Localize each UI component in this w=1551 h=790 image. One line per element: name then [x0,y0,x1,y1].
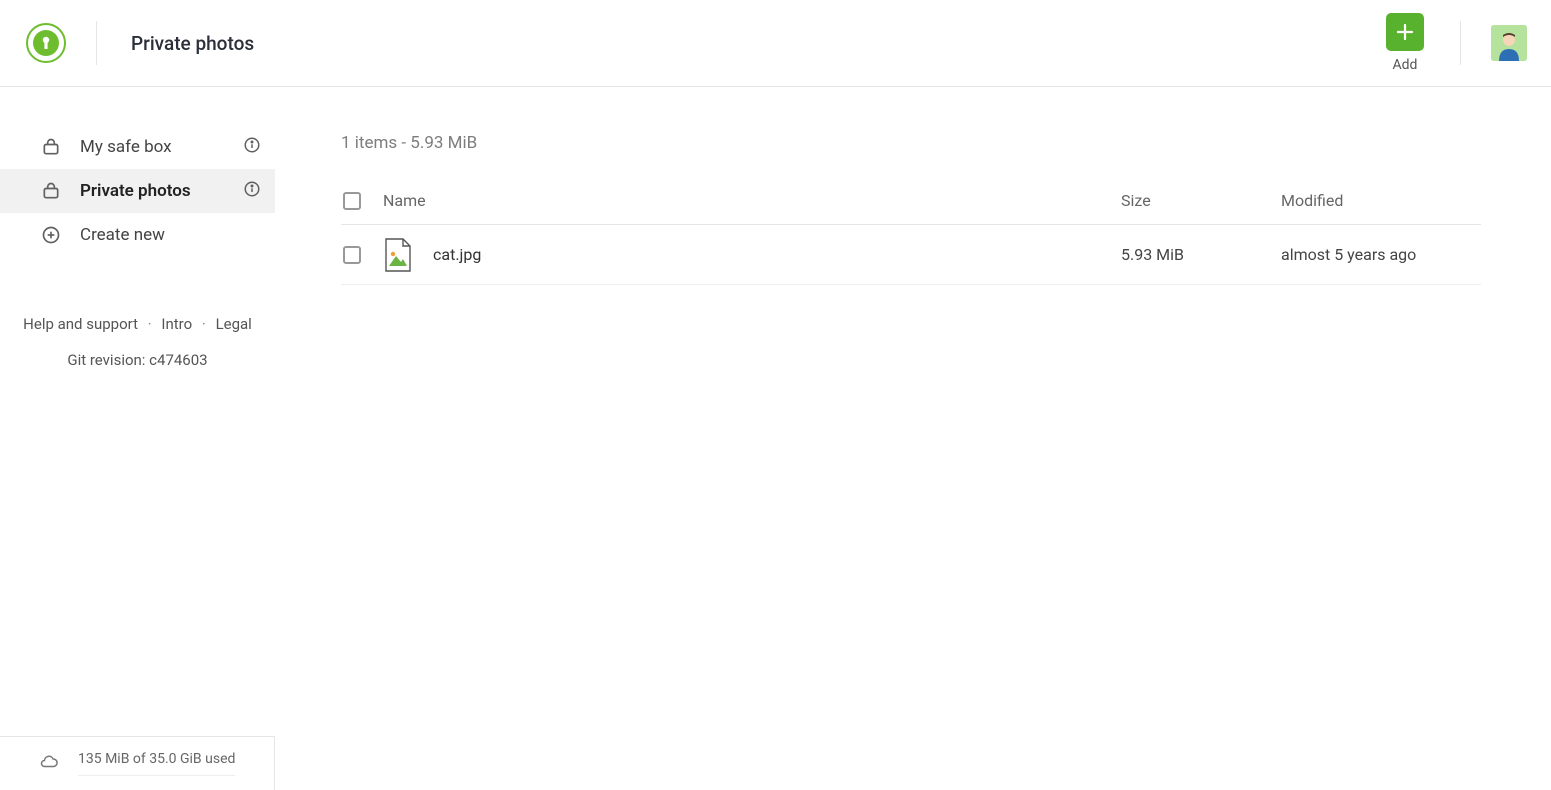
sidebar-item-my-safe-box[interactable]: My safe box [0,125,275,169]
sidebar: My safe box Private photos [0,87,275,790]
storage-text: 135 MiB of 35.0 GiB used [78,751,235,776]
add-action: Add [1386,13,1424,73]
divider [96,21,97,65]
row-checkbox[interactable] [343,246,361,264]
select-all-checkbox[interactable] [343,192,361,210]
file-name-cell[interactable]: cat.jpg [383,238,1121,272]
safe-icon [40,180,62,202]
header-actions: Add [1386,0,1527,86]
page-title: Private photos [131,32,254,55]
file-size: 5.93 MiB [1121,245,1281,264]
column-name[interactable]: Name [383,191,1121,210]
add-label: Add [1393,57,1418,73]
info-icon[interactable] [243,136,261,159]
plus-icon [1395,22,1415,42]
help-link[interactable]: Help and support [23,315,138,333]
sidebar-item-label: My safe box [80,137,172,157]
file-name: cat.jpg [433,245,481,264]
table-header: Name Size Modified [341,191,1481,225]
git-revision: Git revision: c474603 [0,351,275,369]
column-size[interactable]: Size [1121,191,1281,210]
file-modified: almost 5 years ago [1281,245,1481,264]
safe-icon [40,136,62,158]
sidebar-links: Help and support · Intro · Legal Git rev… [0,315,275,369]
app-logo[interactable] [26,23,66,63]
sidebar-item-label: Private photos [80,181,191,201]
legal-link[interactable]: Legal [216,315,252,333]
items-summary: 1 items - 5.93 MiB [341,133,1481,153]
divider [1460,21,1461,65]
intro-link[interactable]: Intro [161,315,192,333]
column-modified[interactable]: Modified [1281,191,1481,210]
sidebar-item-private-photos[interactable]: Private photos [0,169,275,213]
storage-usage: 135 MiB of 35.0 GiB used [0,736,275,790]
content: 1 items - 5.93 MiB Name Size Modified [275,87,1551,790]
sidebar-item-label: Create new [80,225,165,245]
plus-circle-icon [40,224,62,246]
image-file-icon [383,238,413,272]
main: My safe box Private photos [0,87,1551,790]
header: Private photos Add [0,0,1551,87]
cloud-icon [38,753,60,775]
table-row: cat.jpg 5.93 MiB almost 5 years ago [341,225,1481,285]
info-icon[interactable] [243,180,261,203]
sidebar-item-create-new[interactable]: Create new [0,213,275,257]
avatar[interactable] [1491,25,1527,61]
add-button[interactable] [1386,13,1424,51]
